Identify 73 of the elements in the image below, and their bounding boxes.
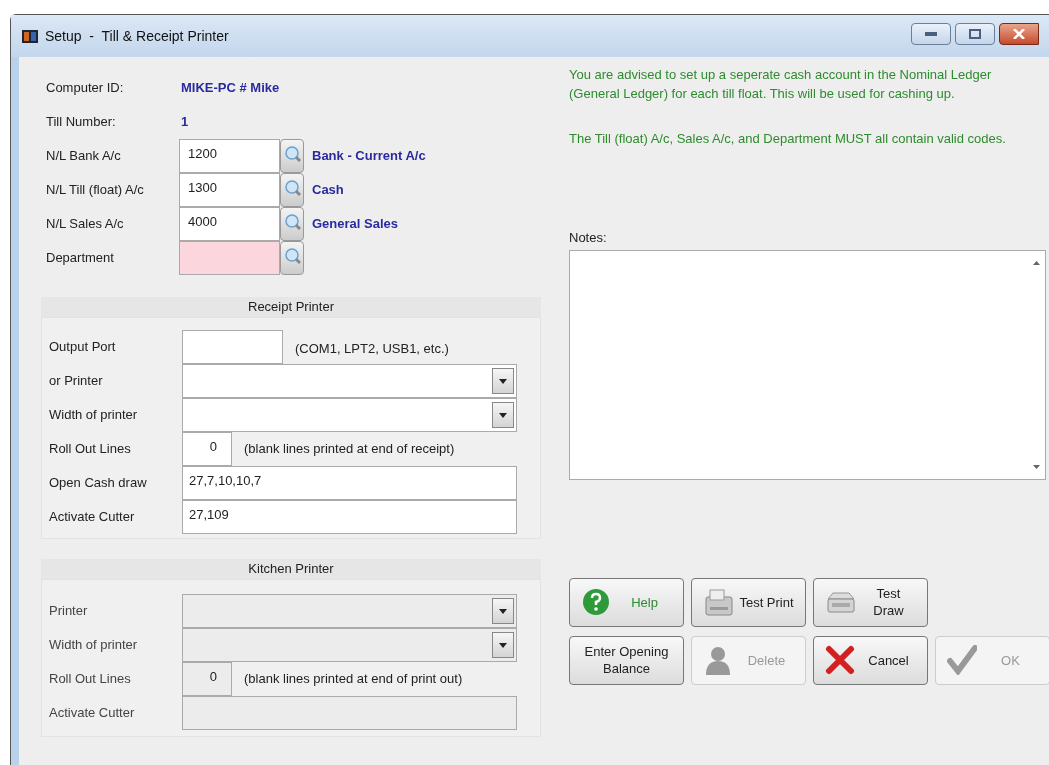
code-field[interactable]: [179, 241, 280, 275]
hint-text: (blank lines printed at end of print out): [244, 670, 463, 689]
field-label: Activate Cutter: [49, 704, 136, 723]
text-field[interactable]: 27,7,10,10,7: [182, 466, 517, 500]
lookup-button[interactable]: [280, 241, 304, 275]
account-name: Bank - Current A/c: [312, 147, 426, 166]
field-label: Computer ID:: [46, 79, 125, 98]
number-field[interactable]: 0: [182, 432, 232, 466]
field-label: N/L Sales A/c: [46, 215, 125, 234]
section-title: Receipt Printer: [41, 297, 541, 317]
field-label: Department: [46, 249, 115, 268]
cancel-icon: [824, 645, 855, 675]
field-label: Output Port: [49, 338, 117, 357]
field-label: Width of printer: [49, 406, 139, 425]
checkmark-icon: [946, 645, 977, 675]
search-icon: [283, 212, 301, 230]
field-label: Roll Out Lines: [49, 670, 132, 689]
lookup-button[interactable]: [280, 139, 304, 173]
field-label: Open Cash draw: [49, 474, 148, 493]
minimize-icon: [925, 32, 937, 36]
dropdown-icon: [499, 412, 507, 418]
hint-text: (blank lines printed at end of receipt): [244, 440, 455, 459]
action-button[interactable]: Test Print: [691, 577, 806, 627]
dropdown-icon: [499, 642, 507, 648]
minimize-button[interactable]: [911, 23, 951, 45]
dropdown-button[interactable]: [492, 368, 514, 394]
dropdown-button[interactable]: [492, 402, 514, 428]
app-icon: [21, 28, 39, 44]
code-field[interactable]: 1300: [179, 173, 280, 207]
lookup-button[interactable]: [280, 207, 304, 241]
advice-text: The Till (float) A/c, Sales A/c, and Department MUST all contain valid codes.: [569, 130, 1007, 148]
close-icon: [1013, 29, 1025, 39]
advice-text: You are advised to set up a seperate cash account in the Nominal Ledger (General Ledger) for each till float. This will be used for cashing up.: [569, 66, 993, 103]
field-label: Till Number:: [46, 113, 117, 132]
account-name: Cash: [312, 181, 344, 200]
dropdown-field[interactable]: [182, 364, 517, 398]
notes-field[interactable]: [569, 249, 1046, 480]
scroll-up-icon: [1033, 260, 1040, 265]
lookup-button[interactable]: [280, 173, 304, 207]
action-button[interactable]: Cancel: [813, 635, 928, 685]
maximize-icon: [969, 29, 981, 39]
field-label: N/L Till (float) A/c: [46, 181, 145, 200]
code-field[interactable]: 1200: [179, 139, 280, 173]
hint-text: (COM1, LPT2, USB1, etc.): [295, 340, 449, 359]
section-title: Kitchen Printer: [41, 559, 541, 579]
dropdown-icon: [499, 608, 507, 614]
field-label: or Printer: [49, 372, 104, 391]
printer-icon: [702, 587, 733, 617]
search-icon: [283, 246, 301, 264]
field-label: N/L Bank A/c: [46, 147, 122, 166]
help-icon: [580, 587, 611, 617]
notes-label: Notes:: [569, 229, 608, 247]
code-field[interactable]: 4000: [179, 207, 280, 241]
text-field[interactable]: 27,109: [182, 500, 517, 534]
maximize-button[interactable]: [955, 23, 995, 45]
close-button[interactable]: [999, 23, 1039, 45]
dropdown-icon: [499, 378, 507, 384]
field-label: Activate Cutter: [49, 508, 136, 527]
field-label: Width of printer: [49, 636, 139, 655]
field-label: Printer: [49, 602, 89, 621]
search-icon: [283, 178, 301, 196]
action-button[interactable]: Enter Opening Balance: [569, 635, 684, 685]
field-label: Roll Out Lines: [49, 440, 132, 459]
window-title: Setup - Till & Receipt Printer: [45, 26, 229, 46]
account-name: General Sales: [312, 215, 398, 234]
dropdown-field[interactable]: [182, 398, 517, 432]
search-icon: [283, 144, 301, 162]
scroll-down-icon: [1033, 464, 1040, 469]
action-button[interactable]: Help: [569, 577, 684, 627]
text-field[interactable]: [182, 330, 283, 364]
action-button[interactable]: Test Draw: [813, 577, 928, 627]
field-value: 1: [181, 113, 189, 132]
field-value: MIKE-PC # Mike: [181, 79, 280, 98]
